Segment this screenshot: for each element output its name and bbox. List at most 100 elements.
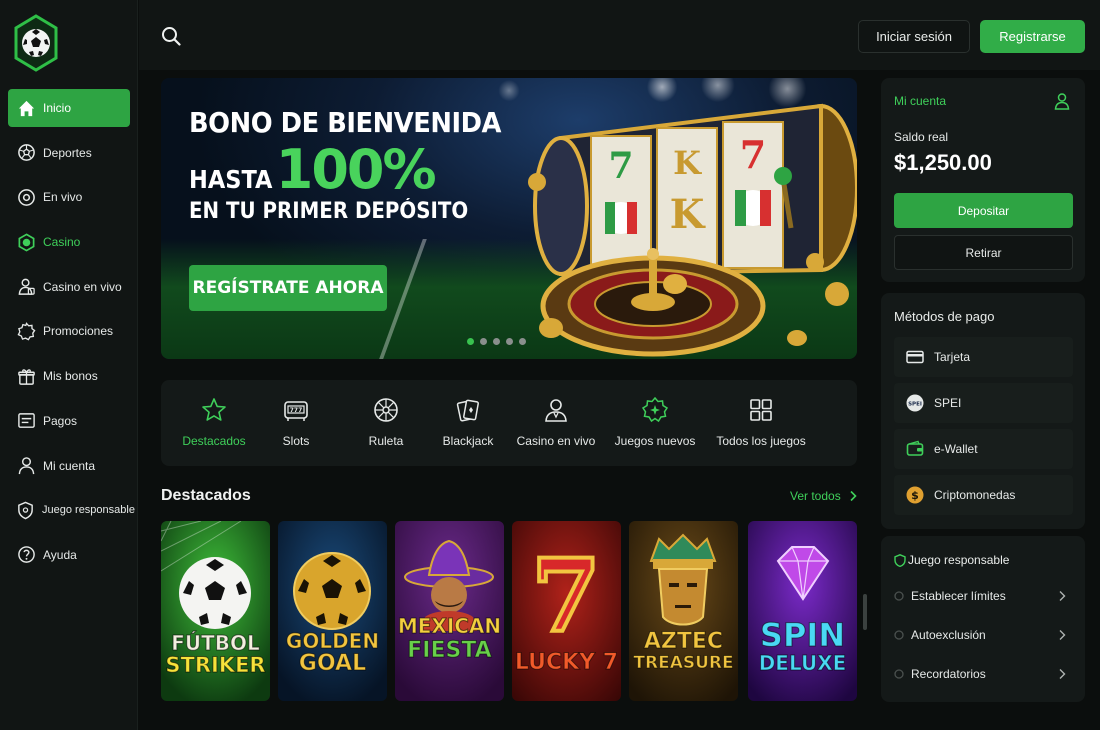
payment-method-criptomonedas[interactable]: $ Criptomonedas xyxy=(894,475,1073,515)
star-icon xyxy=(202,398,226,421)
balance-label: Saldo real xyxy=(894,130,949,144)
exclusion-icon xyxy=(894,630,904,640)
game-card-spin-deluxe[interactable]: SPIN DELUXE xyxy=(748,521,857,701)
new-games-icon xyxy=(641,396,669,423)
withdraw-button[interactable]: Retirar xyxy=(894,235,1073,270)
svg-text:SPEI: SPEI xyxy=(908,402,922,408)
reminder-icon xyxy=(894,669,904,679)
game-card-futbol-striker[interactable]: FÚTBOL STRIKER xyxy=(161,521,270,701)
game-title-line1: FÚTBOL xyxy=(171,631,261,655)
game-card-lucky-7[interactable]: 7 LUCKY 7 xyxy=(512,521,621,701)
game-title-line1: LUCKY 7 xyxy=(514,650,619,675)
category-label: Destacados xyxy=(182,434,246,448)
payment-method-ewallet[interactable]: e-Wallet xyxy=(894,429,1073,469)
sidebar-item-mis-bonos[interactable]: Mis bonos xyxy=(8,357,130,395)
register-button[interactable]: Registrarse xyxy=(980,20,1085,53)
category-label: Blackjack xyxy=(442,434,494,448)
deposit-button[interactable]: Depositar xyxy=(894,193,1073,228)
sidebar-item-en-vivo[interactable]: En vivo xyxy=(8,178,130,216)
search-icon[interactable] xyxy=(161,26,181,46)
soccer-ball-icon xyxy=(16,143,36,163)
game-card-aztec-treasure[interactable]: AZTEC TREASURE xyxy=(629,521,738,701)
responsible-item-label: Autoexclusión xyxy=(911,628,986,642)
category-todos-los-juegos[interactable]: Todos los juegos xyxy=(716,396,806,456)
game-title-line1: AZTEC xyxy=(643,629,724,654)
see-all-link[interactable]: Ver todos xyxy=(790,489,859,503)
payment-method-tarjeta[interactable]: Tarjeta xyxy=(894,337,1073,377)
sidebar-item-juego-responsable[interactable]: Juego responsable xyxy=(8,491,135,529)
sidebar: Inicio Deportes En vivo Casino Casino en… xyxy=(0,0,138,730)
game-title-line2: STRIKER xyxy=(165,653,266,677)
ewallet-icon xyxy=(906,440,924,458)
responsible-item-limits[interactable]: Establecer límites xyxy=(894,584,1074,608)
category-label: Slots xyxy=(282,434,310,448)
category-slots[interactable]: 777 Slots xyxy=(276,396,316,456)
slot-machine-icon: 777 xyxy=(284,401,308,421)
grid-icon xyxy=(750,399,772,421)
category-label: Juegos nuevos xyxy=(614,434,696,448)
carousel-dot[interactable] xyxy=(493,338,500,345)
responsible-gaming-label: Juego responsable xyxy=(908,553,1010,567)
game-card-golden-goal[interactable]: GOLDEN GOAL xyxy=(278,521,387,701)
svg-text:$: $ xyxy=(911,489,919,502)
hero-hasta: HASTA xyxy=(189,165,273,194)
category-juegos-nuevos[interactable]: Juegos nuevos xyxy=(614,396,696,456)
scrollbar-thumb[interactable] xyxy=(863,594,867,630)
category-label: Ruleta xyxy=(368,434,404,448)
game-title-line2: GOAL xyxy=(298,651,367,676)
chevron-right-icon xyxy=(850,490,857,502)
carousel-dot[interactable] xyxy=(467,338,474,345)
hero-register-button[interactable]: REGÍSTRATE AHORA xyxy=(189,265,387,311)
category-blackjack[interactable]: Blackjack xyxy=(443,396,493,456)
sidebar-item-casino-en-vivo[interactable]: Casino en vivo xyxy=(8,268,130,306)
category-destacados[interactable]: Destacados xyxy=(182,396,246,456)
soccer-logo-icon[interactable] xyxy=(14,14,58,72)
gift-icon xyxy=(16,366,36,386)
category-label: Casino en vivo xyxy=(516,434,596,448)
category-casino-en-vivo[interactable]: Casino en vivo xyxy=(516,396,596,456)
help-icon xyxy=(16,545,36,565)
game-art xyxy=(629,521,738,701)
limit-icon xyxy=(894,591,904,601)
sidebar-item-label: Mi cuenta xyxy=(43,458,96,473)
user-icon[interactable] xyxy=(1053,92,1071,110)
sidebar-item-promociones[interactable]: Promociones xyxy=(8,312,130,350)
carousel-dot[interactable] xyxy=(506,338,513,345)
sidebar-item-pagos[interactable]: Pagos xyxy=(8,402,130,440)
game-title-line1: GOLDEN xyxy=(285,629,380,653)
chevron-right-icon xyxy=(1059,630,1066,640)
game-title-line2: TREASURE xyxy=(633,653,734,673)
featured-games-row: FÚTBOL STRIKER GOLDEN GOAL MEXICAN FIEST… xyxy=(161,521,857,701)
sidebar-item-inicio[interactable]: Inicio xyxy=(8,89,130,127)
chevron-right-icon xyxy=(1059,591,1066,601)
category-label: Todos los juegos xyxy=(716,434,806,448)
carousel-dot[interactable] xyxy=(480,338,487,345)
game-title-line1: SPIN xyxy=(759,616,846,654)
svg-text:7: 7 xyxy=(740,132,766,177)
responsible-item-reminders[interactable]: Recordatorios xyxy=(894,662,1074,686)
hero-text: BONO DE BIENVENIDA HASTA 100% EN TU PRIM… xyxy=(189,106,529,224)
payment-method-spei[interactable]: SPEI SPEI xyxy=(894,383,1073,423)
shield-icon xyxy=(16,500,35,520)
category-ruleta[interactable]: Ruleta xyxy=(366,396,406,456)
svg-text:K: K xyxy=(673,144,702,182)
carousel-dot[interactable] xyxy=(519,338,526,345)
payment-methods-title: Métodos de pago xyxy=(894,309,995,324)
login-button[interactable]: Iniciar sesión xyxy=(858,20,970,53)
cards-icon xyxy=(456,399,479,422)
hero-banner[interactable]: 7 K 7 K BONO DE BIENVENIDA HASTA 100% EN… xyxy=(161,78,857,359)
account-title: Mi cuenta xyxy=(894,94,947,108)
slot-roulette-illustration: 7 K 7 K xyxy=(528,103,857,357)
hero-percent: 100% xyxy=(275,138,437,201)
game-card-mexican-fiesta[interactable]: MEXICAN FIESTA xyxy=(395,521,504,701)
top-bar: Iniciar sesión Registrarse xyxy=(139,0,1100,70)
responsible-item-autoexclusion[interactable]: Autoexclusión xyxy=(894,623,1074,647)
responsible-item-label: Establecer límites xyxy=(911,589,1006,603)
sidebar-item-casino[interactable]: Casino xyxy=(8,223,130,261)
sidebar-item-mi-cuenta[interactable]: Mi cuenta xyxy=(8,447,130,485)
svg-text:7: 7 xyxy=(531,537,601,655)
sidebar-item-ayuda[interactable]: Ayuda xyxy=(8,536,130,574)
sidebar-item-deportes[interactable]: Deportes xyxy=(8,134,130,172)
svg-text:777: 777 xyxy=(290,407,303,414)
account-panel: Mi cuenta Saldo real $1,250.00 Depositar… xyxy=(881,78,1085,282)
